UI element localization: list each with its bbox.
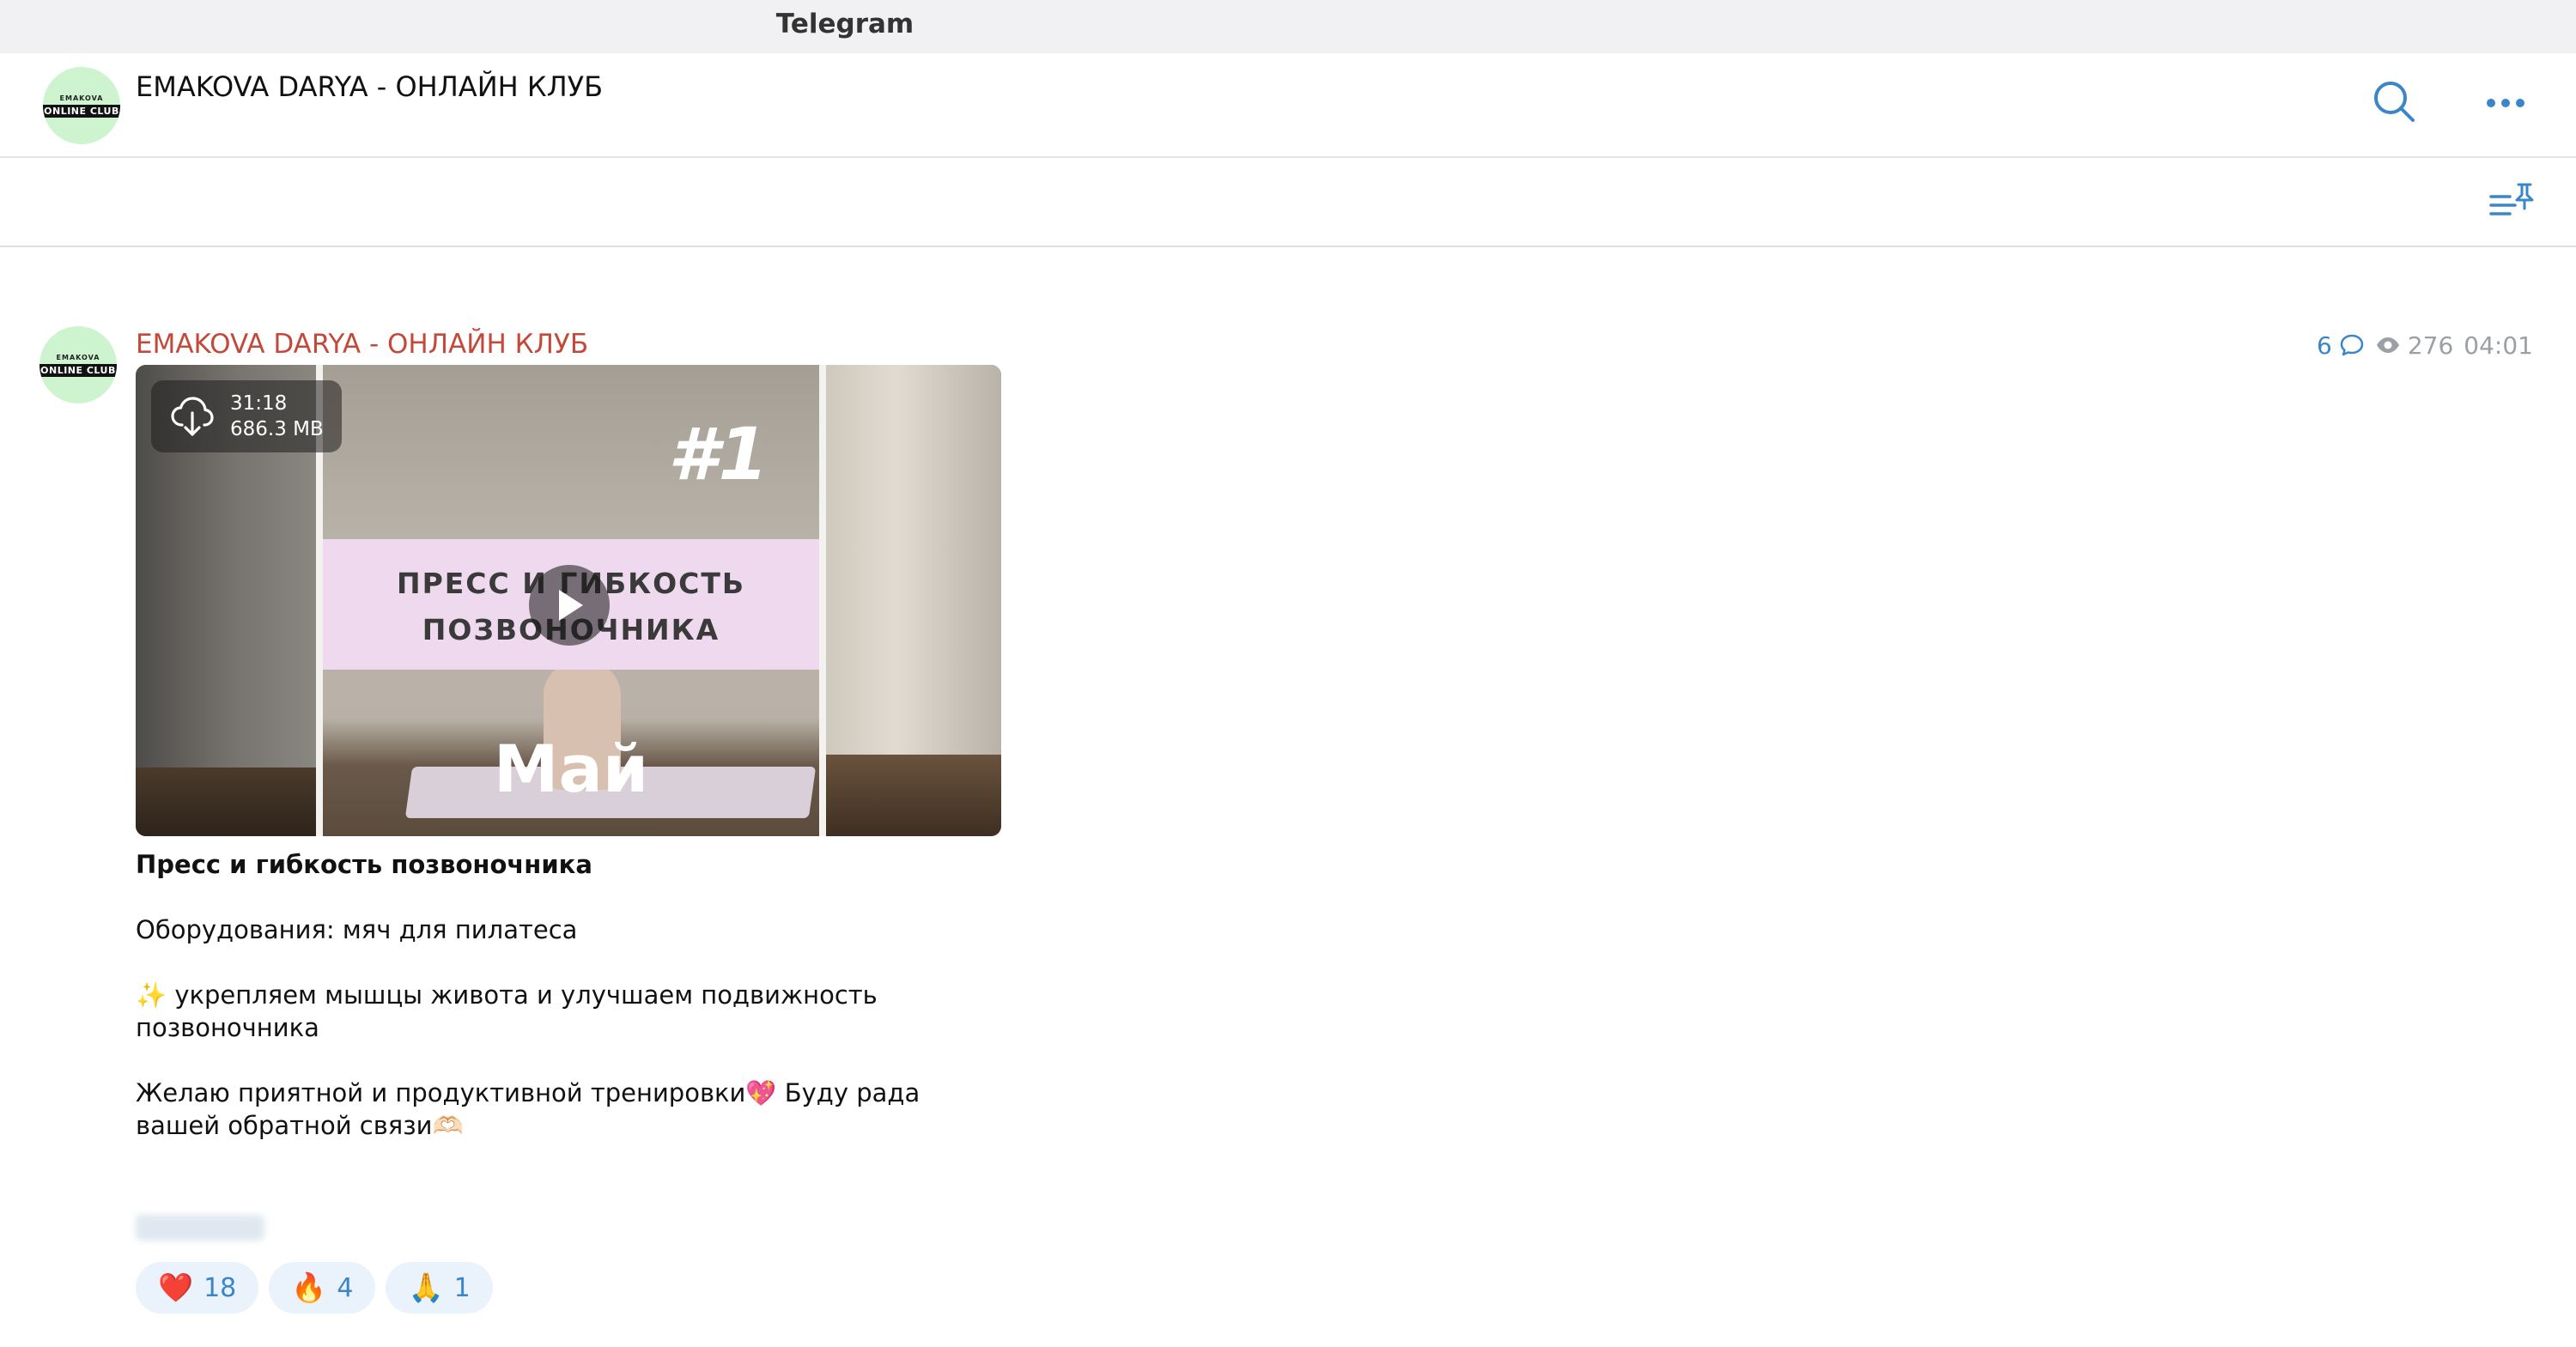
comment-icon bbox=[2340, 334, 2364, 356]
message-text: Пресс и гибкость позвоночника Оборудован… bbox=[136, 848, 1012, 1142]
video-attachment[interactable]: ПРЕСС И ГИБКОСТЬ ПОЗВОНОЧНИКА #1 Май 31:… bbox=[136, 365, 1001, 836]
reaction-count: 4 bbox=[337, 1272, 354, 1303]
message-time: 04:01 bbox=[2464, 331, 2533, 360]
reactions-bar: ❤️ 18 🔥 4 🙏 1 bbox=[136, 1262, 493, 1314]
avatar-tag-text: ONLINE CLUB bbox=[39, 363, 117, 377]
chat-header: EMAKOVA ONLINE CLUB EMAKOVA DARYA - ОНЛА… bbox=[0, 53, 2576, 158]
window-title: Telegram bbox=[775, 9, 914, 39]
download-icon[interactable] bbox=[165, 389, 220, 444]
message-author[interactable]: EMAKOVA DARYA - ОНЛАЙН КЛУБ bbox=[136, 329, 588, 360]
play-icon[interactable] bbox=[529, 565, 610, 646]
fire-icon: 🔥 bbox=[291, 1271, 327, 1304]
video-size: 686.3 MB bbox=[230, 418, 324, 440]
thumbnail-right-panel bbox=[826, 365, 1001, 836]
eye-icon bbox=[2376, 337, 2399, 353]
heart-icon: ❤️ bbox=[158, 1271, 194, 1304]
search-icon[interactable] bbox=[2368, 76, 2420, 127]
video-info: 31:18 686.3 MB bbox=[230, 391, 324, 442]
more-icon[interactable] bbox=[2480, 84, 2531, 122]
avatar-tag-text: ONLINE CLUB bbox=[43, 104, 120, 118]
avatar-top-text: EMAKOVA bbox=[59, 94, 104, 102]
blurred-signature bbox=[136, 1215, 264, 1241]
message-benefit: ✨ укрепляем мышцы живота и улучшаем подв… bbox=[136, 980, 878, 1042]
thumbnail-episode-number: #1 bbox=[668, 412, 769, 496]
avatar-top-text: EMAKOVA bbox=[56, 353, 100, 361]
replies-count: 6 bbox=[2317, 331, 2332, 360]
video-download-badge[interactable]: 31:18 686.3 MB bbox=[151, 380, 342, 452]
reaction-fire[interactable]: 🔥 4 bbox=[269, 1262, 376, 1314]
views-count: 276 bbox=[2407, 331, 2454, 360]
message-wish: Желаю приятной и продуктивной тренировки… bbox=[136, 1078, 920, 1140]
pray-icon: 🙏 bbox=[408, 1271, 444, 1304]
thumbnail-divider bbox=[819, 365, 826, 836]
pinned-messages-icon[interactable] bbox=[2486, 177, 2537, 225]
reaction-count: 18 bbox=[204, 1272, 237, 1303]
message-title: Пресс и гибкость позвоночника bbox=[136, 850, 592, 879]
thumbnail-month: Май bbox=[493, 731, 649, 807]
chat-title[interactable]: EMAKOVA DARYA - ОНЛАЙН КЛУБ bbox=[136, 70, 603, 103]
chat-avatar[interactable]: EMAKOVA ONLINE CLUB bbox=[43, 67, 120, 144]
reaction-heart[interactable]: ❤️ 18 bbox=[136, 1262, 259, 1314]
message-meta: 6 276 04:01 bbox=[2317, 328, 2533, 362]
pinned-bar bbox=[0, 158, 2576, 247]
channel-message: EMAKOVA ONLINE CLUB EMAKOVA DARYA - ОНЛА… bbox=[0, 247, 2576, 1347]
reaction-count: 1 bbox=[453, 1272, 471, 1303]
video-duration: 31:18 bbox=[230, 392, 288, 415]
message-avatar[interactable]: EMAKOVA ONLINE CLUB bbox=[39, 326, 117, 403]
window-titlebar: Telegram bbox=[0, 0, 2576, 54]
views-indicator: 276 bbox=[2375, 331, 2453, 360]
reaction-pray[interactable]: 🙏 1 bbox=[386, 1262, 493, 1314]
replies-button[interactable]: 6 bbox=[2317, 331, 2365, 360]
message-equipment: Оборудования: мяч для пилатеса bbox=[136, 915, 578, 944]
